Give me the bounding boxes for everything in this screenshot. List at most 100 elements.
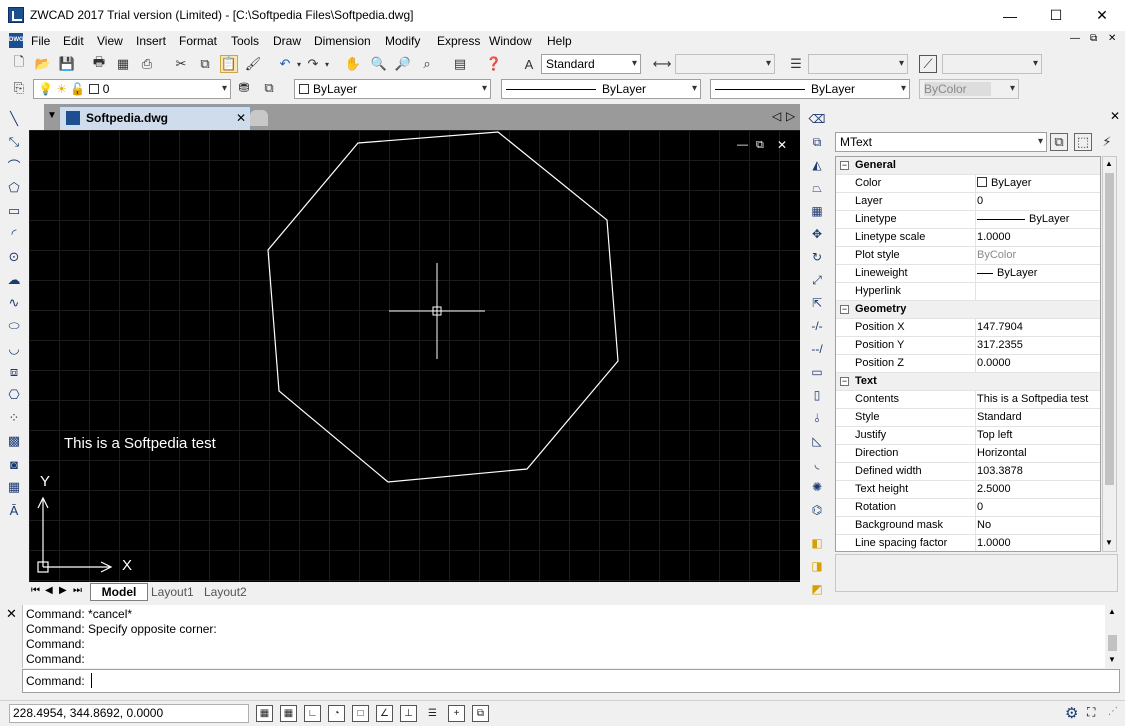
- menu-file[interactable]: File: [31, 34, 50, 48]
- edit-polyline-icon[interactable]: ⌬: [808, 501, 826, 519]
- xline-icon[interactable]: ⤡: [5, 133, 23, 151]
- line-icon[interactable]: ╲: [5, 110, 23, 128]
- table-style-combo[interactable]: ▾: [808, 54, 908, 74]
- command-close-icon[interactable]: ✕: [6, 606, 17, 622]
- polyline-icon[interactable]: ⌒: [5, 156, 23, 174]
- join-icon[interactable]: ⫰: [808, 409, 826, 427]
- ortho-mode-icon[interactable]: ∟: [304, 705, 321, 722]
- command-scroll-up-icon[interactable]: ▲: [1108, 607, 1116, 616]
- trim-icon[interactable]: -/-: [808, 317, 826, 335]
- object-snap-tracking-icon[interactable]: ∠: [376, 705, 393, 722]
- match-properties-icon[interactable]: 🖌: [244, 55, 262, 73]
- menu-insert[interactable]: Insert: [136, 34, 166, 48]
- linetype-combo[interactable]: ByLayer ▾: [501, 79, 701, 99]
- stretch-icon[interactable]: ⇱: [808, 294, 826, 312]
- prop-row-style[interactable]: Style Standard: [836, 409, 1100, 427]
- open-folder-icon[interactable]: 📂: [34, 55, 52, 73]
- draw-order-back-icon[interactable]: ◨: [808, 557, 826, 575]
- prop-row-contents[interactable]: Contents This is a Softpedia test: [836, 391, 1100, 409]
- tab-scroll-left-icon[interactable]: ◁: [772, 109, 781, 123]
- help-icon[interactable]: ❓: [485, 55, 503, 73]
- mtext-object[interactable]: This is a Softpedia test: [64, 435, 216, 452]
- layer-previous-icon[interactable]: ⧉: [260, 79, 278, 97]
- revcloud-icon[interactable]: ☁: [5, 271, 23, 289]
- category-text[interactable]: − Text: [836, 373, 1100, 391]
- prop-row-hyperlink[interactable]: Hyperlink: [836, 283, 1100, 301]
- object-type-combo[interactable]: MText ▾: [835, 132, 1047, 152]
- prev-layout-icon[interactable]: ◀: [45, 585, 53, 596]
- paste-icon[interactable]: 📋: [220, 55, 238, 73]
- rotate-icon[interactable]: ↻: [808, 248, 826, 266]
- lineweight-combo[interactable]: ByLayer ▾: [710, 79, 910, 99]
- mdi-restore-button[interactable]: ⧉: [1090, 33, 1097, 44]
- next-layout-icon[interactable]: ▶: [59, 585, 67, 596]
- toggle-pickadd-icon[interactable]: ⧉: [1050, 133, 1068, 151]
- copy-object-icon[interactable]: ⧉: [808, 133, 826, 151]
- scale-icon[interactable]: ⤢: [808, 271, 826, 289]
- document-tab-softpedia[interactable]: Softpedia.dwg ✕: [59, 106, 251, 130]
- command-scroll-thumb[interactable]: [1108, 635, 1117, 651]
- hatch-icon[interactable]: ▩: [5, 432, 23, 450]
- menu-format[interactable]: Format: [179, 34, 217, 48]
- prop-row-plot-style[interactable]: Plot style ByColor: [836, 247, 1100, 265]
- text-style-combo[interactable]: Standard ▾: [541, 54, 641, 74]
- make-block-icon[interactable]: ⎔: [5, 386, 23, 404]
- quick-select-icon[interactable]: ⚡: [1098, 133, 1116, 151]
- ellipse-arc-icon[interactable]: ◡: [5, 340, 23, 358]
- mtext-icon[interactable]: Ā: [5, 501, 23, 519]
- drawing-canvas[interactable]: This is a Softpedia test Y X — ⧉ ✕: [29, 130, 800, 582]
- properties-scrollbar[interactable]: ▲ ▼: [1102, 156, 1117, 552]
- clean-screen-icon[interactable]: ⛶: [1087, 705, 1095, 720]
- zoom-window-icon[interactable]: 🔎: [394, 55, 412, 73]
- scroll-down-icon[interactable]: ▼: [1105, 538, 1113, 547]
- settings-gear-icon[interactable]: ⚙: [1065, 704, 1078, 722]
- prop-row-position-y[interactable]: Position Y 317.2355: [836, 337, 1100, 355]
- command-input[interactable]: Command:: [22, 669, 1120, 693]
- maximize-button[interactable]: ☐: [1033, 0, 1079, 31]
- grid-display-icon[interactable]: ▦: [280, 705, 297, 722]
- ellipse-icon[interactable]: ⬭: [5, 317, 23, 335]
- menu-draw[interactable]: Draw: [273, 34, 301, 48]
- draw-order-above-icon[interactable]: ◩: [808, 580, 826, 598]
- dim-style-icon[interactable]: ⟷: [653, 55, 672, 73]
- table-icon[interactable]: ▦: [5, 478, 23, 496]
- arc-icon[interactable]: ◜: [5, 225, 23, 243]
- zoom-realtime-icon[interactable]: 🔍: [370, 55, 388, 73]
- document-icon[interactable]: DWG: [9, 33, 24, 48]
- lineweight-display-icon[interactable]: ☰: [424, 705, 441, 722]
- prop-row-line-spacing-factor[interactable]: Line spacing factor 1.0000: [836, 535, 1100, 551]
- scroll-up-icon[interactable]: ▲: [1105, 159, 1113, 168]
- new-file-icon[interactable]: 🗋: [10, 54, 28, 73]
- polygon-icon[interactable]: ⬠: [5, 179, 23, 197]
- scroll-thumb[interactable]: [1105, 173, 1114, 485]
- mdi-close-button[interactable]: ✕: [1108, 33, 1116, 44]
- menu-help[interactable]: Help: [547, 34, 572, 48]
- multileader-style-combo[interactable]: ▾: [942, 54, 1042, 74]
- command-scrollbar[interactable]: ▲ ▼: [1105, 605, 1120, 668]
- select-objects-icon[interactable]: ⬚: [1074, 133, 1092, 151]
- dynamic-input-icon[interactable]: +: [448, 705, 465, 722]
- text-style-icon[interactable]: A: [520, 55, 538, 73]
- viewport-minimize-icon[interactable]: —: [737, 139, 748, 151]
- tab-list-dropdown-icon[interactable]: ▼: [47, 110, 57, 121]
- tab-layout1[interactable]: Layout1: [151, 585, 194, 599]
- copy-icon[interactable]: ⧉: [196, 55, 214, 73]
- layer-combo[interactable]: 💡 ☀ 🔓 0 ▾: [33, 79, 231, 99]
- break-at-point-icon[interactable]: ▯: [808, 386, 826, 404]
- draw-order-front-icon[interactable]: ◧: [808, 534, 826, 552]
- category-general[interactable]: − General: [836, 157, 1100, 175]
- prop-row-linetype[interactable]: Linetype ByLayer: [836, 211, 1100, 229]
- menu-view[interactable]: View: [97, 34, 123, 48]
- menu-tools[interactable]: Tools: [231, 34, 259, 48]
- table-style-icon[interactable]: ☰: [787, 55, 805, 73]
- move-icon[interactable]: ✥: [808, 225, 826, 243]
- print-preview-icon[interactable]: ▦: [114, 55, 132, 73]
- prop-row-position-x[interactable]: Position X 147.7904: [836, 319, 1100, 337]
- fillet-icon[interactable]: ◟: [808, 455, 826, 473]
- viewport-restore-icon[interactable]: ⧉: [756, 139, 764, 152]
- prop-row-lineweight[interactable]: Lineweight ByLayer: [836, 265, 1100, 283]
- prop-row-text-height[interactable]: Text height 2.5000: [836, 481, 1100, 499]
- viewport-close-icon[interactable]: ✕: [777, 138, 787, 152]
- break-icon[interactable]: ▭: [808, 363, 826, 381]
- spline-icon[interactable]: ∿: [5, 294, 23, 312]
